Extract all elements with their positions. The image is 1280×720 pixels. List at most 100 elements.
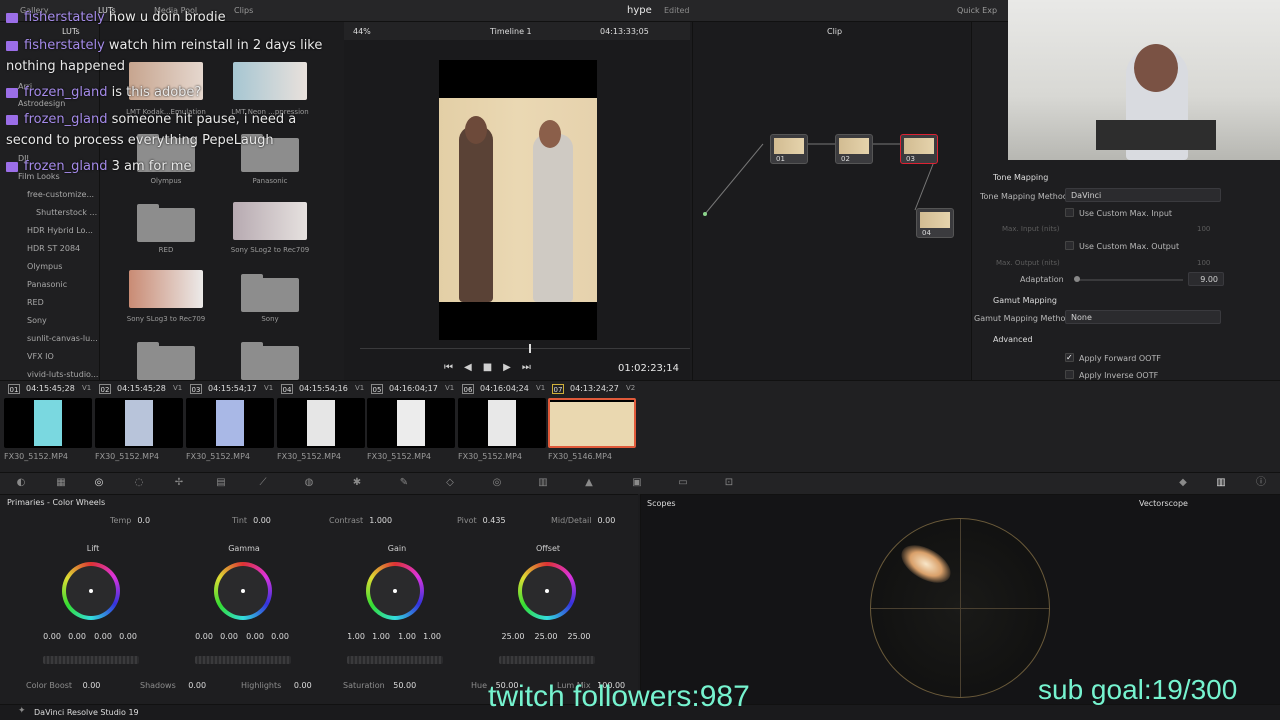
adaptation-slider[interactable]	[1075, 279, 1183, 281]
curves-icon[interactable]: ⟋	[256, 476, 270, 490]
mid-detail-param[interactable]: Mid/Detail 0.00	[551, 516, 615, 525]
lut-folder-item[interactable]: RED	[27, 298, 44, 307]
transport-controls[interactable]: ⏮◀■▶⏭	[444, 362, 564, 373]
key-icon[interactable]: ▲	[582, 476, 596, 490]
rgb-mixer-icon[interactable]: ✢	[172, 476, 186, 490]
offset-value-g[interactable]: 25.00	[533, 632, 559, 641]
lut-thumbnail[interactable]	[129, 270, 203, 308]
lut-folder-item[interactable]: sunlit-canvas-lu...	[27, 334, 98, 343]
clip-thumbnail[interactable]	[186, 398, 274, 448]
quick-export-button[interactable]: Quick Exp	[957, 6, 997, 15]
tone-method-dropdown[interactable]: DaVinci	[1065, 188, 1221, 202]
color-node[interactable]: 02	[835, 134, 873, 164]
lut-thumbnail[interactable]	[233, 202, 307, 240]
lut-folder-item[interactable]: VFX IO	[27, 352, 54, 361]
tracker-icon[interactable]: ◇	[443, 476, 457, 490]
adaptation-slider-handle[interactable]	[1074, 276, 1080, 282]
blur-icon[interactable]: ▥	[536, 476, 550, 490]
lut-folder-item[interactable]: free-customize...	[27, 190, 94, 199]
offset-master-wheel[interactable]	[499, 656, 595, 664]
pivot-param[interactable]: Pivot 0.435	[457, 516, 506, 525]
apply-inverse-checkbox[interactable]	[1065, 370, 1074, 379]
lut-folder-item[interactable]: HDR ST 2084	[27, 244, 80, 253]
clip-thumbnail[interactable]	[367, 398, 455, 448]
lut-folder-item[interactable]: Astrodesign	[18, 99, 65, 108]
lightbox-icon[interactable]: ◆	[1176, 476, 1190, 490]
apply-forward-checkbox[interactable]: ✓	[1065, 353, 1074, 362]
gain-value-y[interactable]: 1.00	[344, 632, 368, 641]
gain-value-g[interactable]: 1.00	[395, 632, 419, 641]
gamut-method-dropdown[interactable]: None	[1065, 310, 1221, 324]
color-wheels-icon[interactable]: ◎	[92, 476, 106, 490]
magic-mask-icon[interactable]: ◎	[490, 476, 504, 490]
tone-mapping-header[interactable]: Tone Mapping	[993, 173, 1048, 182]
gamma-value-y[interactable]: 0.00	[192, 632, 216, 641]
hdr-icon[interactable]: ◌	[132, 476, 146, 490]
gain-master-wheel[interactable]	[347, 656, 443, 664]
custom-max-input-checkbox[interactable]	[1065, 208, 1074, 217]
lut-thumbnail[interactable]	[233, 62, 307, 100]
tint-param[interactable]: Tint 0.00	[232, 516, 271, 525]
gain-wheel[interactable]	[366, 562, 424, 620]
lift-value-y[interactable]: 0.00	[40, 632, 64, 641]
saturation-param[interactable]: Saturation 50.00	[343, 681, 416, 690]
camera-raw-icon[interactable]: ◐	[14, 476, 28, 490]
gamma-wheel[interactable]	[214, 562, 272, 620]
window-icon[interactable]: ✎	[397, 476, 411, 490]
gain-value-r[interactable]: 1.00	[369, 632, 393, 641]
tab-clips[interactable]: Clips	[234, 6, 253, 15]
offset-value-b[interactable]: 25.00	[566, 632, 592, 641]
timeline-name[interactable]: Timeline 1	[490, 27, 532, 36]
color-node-selected[interactable]: 03	[900, 134, 938, 164]
lift-value-r[interactable]: 0.00	[65, 632, 89, 641]
scrubber-track[interactable]	[360, 348, 690, 349]
highlights-param[interactable]: Highlights 0.00	[241, 681, 312, 690]
color-warper-icon[interactable]: ◍	[302, 476, 316, 490]
color-boost-param[interactable]: Color Boost 0.00	[26, 681, 100, 690]
motion-effects-icon[interactable]: ▤	[214, 476, 228, 490]
gamma-value-b[interactable]: 0.00	[268, 632, 292, 641]
clip-thumbnail[interactable]	[277, 398, 365, 448]
qualifier-icon[interactable]: ✱	[350, 476, 364, 490]
folder-icon[interactable]	[241, 342, 299, 380]
lut-folder-item[interactable]: Sony	[27, 316, 47, 325]
folder-icon[interactable]	[241, 274, 299, 312]
lut-folder-item[interactable]: Panasonic	[27, 280, 67, 289]
playhead[interactable]	[529, 344, 531, 353]
adaptation-value[interactable]: 9.00	[1188, 272, 1224, 286]
temp-param[interactable]: Temp 0.0	[110, 516, 150, 525]
lift-wheel[interactable]	[62, 562, 120, 620]
scopes-icon[interactable]: ▥	[1214, 476, 1228, 490]
color-node[interactable]: 04	[916, 208, 954, 238]
gamma-master-wheel[interactable]	[195, 656, 291, 664]
max-input-value[interactable]: 100	[1197, 225, 1210, 233]
clip-thumbnail[interactable]	[4, 398, 92, 448]
gain-value-b[interactable]: 1.00	[420, 632, 444, 641]
offset-wheel[interactable]	[518, 562, 576, 620]
folder-icon[interactable]	[137, 342, 195, 380]
clip-thumbnail-selected[interactable]	[548, 398, 636, 448]
lut-folder-item[interactable]: Olympus	[27, 262, 62, 271]
info-icon[interactable]: ⓘ	[1254, 476, 1268, 490]
lift-master-wheel[interactable]	[43, 656, 139, 664]
scope-type-dropdown[interactable]: Vectorscope	[1139, 499, 1188, 508]
gamut-mapping-header[interactable]: Gamut Mapping	[993, 296, 1057, 305]
clip-thumbnail[interactable]	[458, 398, 546, 448]
3d-icon[interactable]: ▭	[676, 476, 690, 490]
zoom-level[interactable]: 44%	[353, 27, 371, 36]
shadows-param[interactable]: Shadows 0.00	[140, 681, 206, 690]
clip-thumbnail[interactable]	[95, 398, 183, 448]
custom-max-output-checkbox[interactable]	[1065, 241, 1074, 250]
lift-value-g[interactable]: 0.00	[91, 632, 115, 641]
folder-icon[interactable]	[137, 204, 195, 242]
viewer-image[interactable]	[439, 98, 597, 302]
max-output-value[interactable]: 100	[1197, 259, 1210, 267]
sizing-icon[interactable]: ▣	[630, 476, 644, 490]
color-match-icon[interactable]: ▦	[54, 476, 68, 490]
contrast-param[interactable]: Contrast 1.000	[329, 516, 392, 525]
gamma-value-r[interactable]: 0.00	[217, 632, 241, 641]
color-node[interactable]: 01	[770, 134, 808, 164]
lut-folder-item[interactable]: vivid-luts-studio...	[27, 370, 98, 379]
lift-value-b[interactable]: 0.00	[116, 632, 140, 641]
lut-folder-item[interactable]: HDR Hybrid Lo...	[27, 226, 93, 235]
